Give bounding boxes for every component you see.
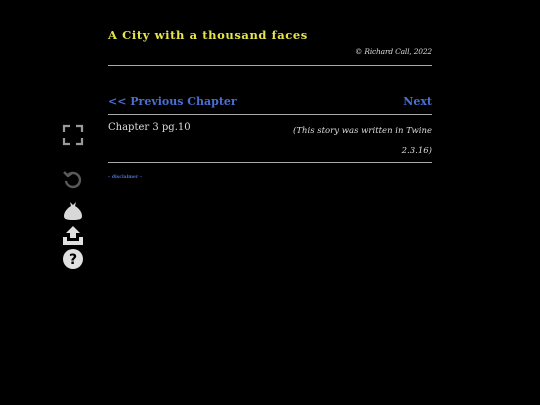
save-upload-icon[interactable]: [60, 222, 86, 248]
svg-text:?: ?: [69, 252, 77, 268]
inventory-bag-icon[interactable]: [60, 198, 86, 224]
undo-icon[interactable]: [60, 166, 86, 192]
chapter-label: Chapter 3 pg.10: [108, 122, 191, 133]
help-icon[interactable]: ?: [60, 246, 86, 272]
passage-divider: [108, 162, 432, 163]
disclaimer-link[interactable]: – disclaimer –: [108, 175, 142, 180]
header-divider: [108, 65, 432, 66]
story-title: A City with a thousand faces: [108, 28, 308, 42]
nav-divider: [108, 114, 432, 115]
story-note: (This story was written in Twine 2.3.16): [293, 126, 432, 156]
fullscreen-icon[interactable]: [60, 122, 86, 148]
copyright-text: © Richard Call, 2022: [354, 47, 432, 56]
next-chapter-link[interactable]: Next: [403, 95, 432, 108]
previous-chapter-link[interactable]: << Previous Chapter: [108, 95, 237, 108]
